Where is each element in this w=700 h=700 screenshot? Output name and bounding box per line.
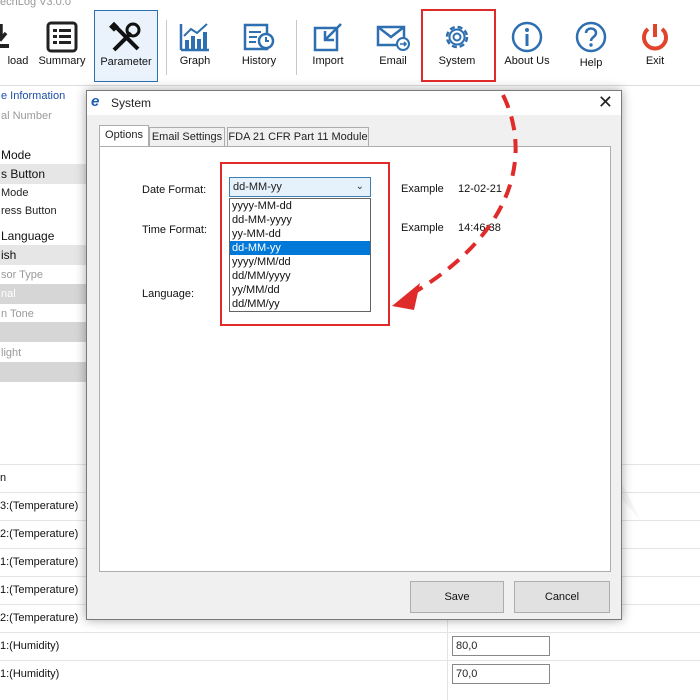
- left-panel-item: sor Type: [1, 269, 43, 281]
- table-row: 1:(Humidity) 80,0: [0, 632, 700, 660]
- left-panel-item: n Tone: [1, 308, 34, 320]
- cancel-button[interactable]: Cancel: [514, 581, 610, 613]
- left-panel-item[interactable]: s Button: [0, 164, 86, 184]
- row-label: 1:(Humidity): [0, 640, 60, 652]
- date-example-label: Example: [401, 183, 444, 195]
- time-example-value: 14:46:38: [458, 222, 501, 234]
- left-panel-item: nal: [0, 284, 86, 304]
- humidity-value-field[interactable]: 80,0: [452, 636, 550, 656]
- dialog-title: System: [111, 96, 152, 110]
- row-label: 1:(Humidity): [0, 668, 60, 680]
- toolbar-help-label: Help: [579, 57, 603, 69]
- save-button[interactable]: Save: [410, 581, 504, 613]
- toolbar-history-label: History: [241, 55, 277, 67]
- row-label: 3:(Temperature): [0, 500, 79, 512]
- dropdown-highlight-box: [220, 162, 390, 326]
- tab-email-settings[interactable]: Email Settings: [149, 127, 225, 147]
- graph-icon: [179, 23, 209, 52]
- left-panel-item: light: [1, 347, 22, 359]
- dialog-title-bar: e System ✕: [87, 91, 621, 115]
- toolbar-help-button[interactable]: Help: [559, 10, 623, 82]
- toolbar-graph-label: Graph: [179, 55, 211, 67]
- left-panel-item: e Information: [1, 90, 66, 102]
- toolbar-exit-button[interactable]: Exit: [623, 10, 687, 82]
- humidity-value-field[interactable]: 70,0: [452, 664, 550, 684]
- time-example-label: Example: [401, 222, 444, 234]
- row-label: 1:(Temperature): [0, 556, 79, 568]
- date-format-label: Date Format:: [142, 184, 207, 196]
- toolbar-import-label: Import: [312, 55, 344, 67]
- toolbar-graph-button[interactable]: Graph: [163, 10, 227, 82]
- left-panel-item: Language: [1, 229, 55, 243]
- date-example-value: 12-02-21: [458, 183, 503, 195]
- toolbar-history-button[interactable]: History: [227, 10, 291, 82]
- toolbar-exit-label: Exit: [645, 55, 665, 67]
- toolbar-parameter-label: Parameter: [100, 56, 152, 68]
- app-title: echLog V3.0.0: [0, 0, 71, 8]
- history-icon: [243, 23, 275, 51]
- table-row: 1:(Humidity) 70,0: [0, 660, 700, 688]
- system-highlight-box: [421, 9, 496, 82]
- toolbar-email-label: Email: [379, 55, 407, 67]
- tab-fda-module[interactable]: FDA 21 CFR Part 11 Module: [227, 127, 369, 147]
- row-label: 1:(Temperature): [0, 584, 79, 596]
- toolbar-about-button[interactable]: About Us: [495, 10, 559, 82]
- email-icon: [376, 25, 410, 51]
- row-label: n: [0, 472, 7, 484]
- info-icon: [511, 21, 543, 53]
- left-panel-grey-bar: [0, 362, 86, 382]
- e-logo-icon: e: [91, 93, 100, 110]
- row-label: 2:(Temperature): [0, 528, 79, 540]
- left-panel-item: Mode: [1, 148, 32, 162]
- toolbar-summary-label: Summary: [38, 55, 86, 67]
- toolbar-parameter-button[interactable]: Parameter: [94, 10, 158, 82]
- power-icon: [642, 24, 668, 51]
- main-toolbar: load Summary Parameter Graph History Imp…: [0, 10, 700, 86]
- toolbar-summary-button[interactable]: Summary: [30, 10, 94, 82]
- toolbar-email-button[interactable]: Email: [361, 10, 425, 82]
- time-format-label: Time Format:: [142, 224, 207, 236]
- left-panel-grey-bar: [0, 322, 86, 342]
- toolbar-import-button[interactable]: Import: [296, 10, 360, 82]
- download-icon: [0, 24, 9, 48]
- import-icon: [313, 23, 342, 52]
- close-icon[interactable]: ✕: [598, 92, 613, 112]
- tab-options[interactable]: Options: [99, 125, 149, 147]
- tools-icon: [109, 21, 141, 52]
- left-panel-item: ress Button: [1, 205, 57, 217]
- language-label: Language:: [142, 288, 194, 300]
- row-label: 2:(Temperature): [0, 612, 79, 624]
- help-icon: [575, 21, 607, 53]
- left-panel-item: al Number: [1, 110, 52, 122]
- toolbar-about-label: About Us: [504, 55, 550, 67]
- summary-icon: [46, 21, 78, 53]
- left-panel-item[interactable]: ish: [0, 245, 86, 265]
- left-panel-item: Mode: [1, 187, 29, 199]
